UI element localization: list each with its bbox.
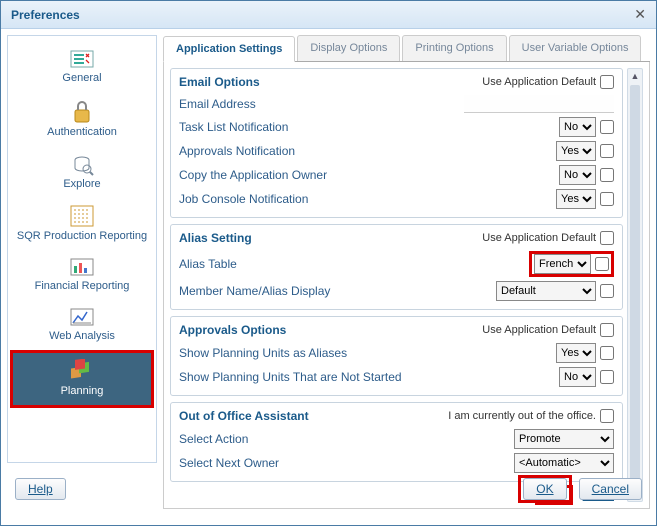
use-default-checkbox[interactable] [600,75,614,89]
sidebar-item-label: Web Analysis [49,330,115,342]
row-label: Job Console Notification [179,192,308,206]
section-email-options: Email Options Use Application Default Em… [170,68,623,218]
row-label: Copy the Application Owner [179,168,327,182]
planning-icon [67,359,97,383]
approvals-select[interactable]: Yes [556,141,596,161]
row-label: Select Action [179,432,248,446]
use-default-label: Use Application Default [482,323,614,337]
sidebar-item-financial[interactable]: Financial Reporting [10,250,154,300]
row-label: Member Name/Alias Display [179,284,330,298]
select-action-select[interactable]: Promote [514,429,614,449]
dialog-header: Preferences ✕ [1,1,656,29]
sidebar-item-label: Explore [63,178,100,190]
dialog-title: Preferences [11,8,80,22]
tab-application-settings[interactable]: Application Settings [163,36,295,62]
row-checkbox[interactable] [600,168,614,182]
row-checkbox[interactable] [600,370,614,384]
financial-icon [68,256,96,278]
sidebar-item-label: General [62,72,101,84]
row-checkbox[interactable] [600,144,614,158]
sidebar: General Authentication Explore SQR Produ… [7,35,157,463]
sidebar-item-web-analysis[interactable]: Web Analysis [10,300,154,350]
web-analysis-icon [68,306,96,328]
scroll-up-icon[interactable]: ▲ [631,71,640,81]
sidebar-item-label: Planning [61,385,104,397]
cancel-button[interactable]: Cancel [579,478,642,500]
row-checkbox[interactable] [595,257,609,271]
tab-display-options[interactable]: Display Options [297,35,400,61]
task-list-select[interactable]: No [559,117,596,137]
row-label: Approvals Notification [179,144,295,158]
row-label: Email Address [179,97,256,111]
section-title: Out of Office Assistant [179,409,309,423]
sidebar-item-sqr[interactable]: SQR Production Reporting [10,198,154,250]
settings-panel: Email Options Use Application Default Em… [170,68,623,502]
ok-button[interactable]: OK [523,478,566,500]
copy-owner-select[interactable]: No [559,165,596,185]
section-out-of-office: Out of Office Assistant I am currently o… [170,402,623,482]
job-console-select[interactable]: Yes [556,189,596,209]
row-label: Show Planning Units as Aliases [179,346,347,360]
use-default-checkbox[interactable] [600,231,614,245]
sidebar-item-label: Financial Reporting [35,280,130,292]
row-checkbox[interactable] [600,120,614,134]
use-default-checkbox[interactable] [600,323,614,337]
section-title: Email Options [179,75,260,89]
section-alias-setting: Alias Setting Use Application Default Al… [170,224,623,310]
general-icon [68,48,96,70]
vertical-scrollbar[interactable]: ▲ ▼ [627,68,643,502]
row-checkbox[interactable] [600,284,614,298]
tab-printing-options[interactable]: Printing Options [402,35,506,61]
main-panel: Application Settings Display Options Pri… [163,35,650,463]
sidebar-item-planning[interactable]: Planning [10,350,154,408]
ooo-status-label: I am currently out of the office. [448,409,614,423]
tab-bar: Application Settings Display Options Pri… [163,35,650,62]
tab-user-variable-options[interactable]: User Variable Options [509,35,642,61]
sidebar-item-label: SQR Production Reporting [17,230,147,242]
close-icon[interactable]: ✕ [634,6,646,23]
section-title: Approvals Options [179,323,286,337]
section-approvals-options: Approvals Options Use Application Defaul… [170,316,623,396]
section-title: Alias Setting [179,231,252,245]
row-label: Task List Notification [179,120,288,134]
alias-table-select[interactable]: French [534,254,591,274]
row-label: Select Next Owner [179,456,279,470]
row-checkbox[interactable] [600,192,614,206]
scroll-thumb[interactable] [630,85,640,485]
help-button[interactable]: Help [15,478,66,500]
email-address-input[interactable] [464,95,614,113]
sidebar-item-general[interactable]: General [10,42,154,92]
show-not-started-select[interactable]: No [559,367,596,387]
row-checkbox[interactable] [600,346,614,360]
ooo-checkbox[interactable] [600,409,614,423]
row-label: Alias Table [179,257,237,271]
sidebar-item-label: Authentication [47,126,117,138]
member-name-select[interactable]: Default [496,281,596,301]
use-default-label: Use Application Default [482,231,614,245]
dialog-body: General Authentication Explore SQR Produ… [1,29,656,469]
sidebar-item-explore[interactable]: Explore [10,146,154,198]
show-alias-select[interactable]: Yes [556,343,596,363]
sqr-icon [69,204,95,228]
select-next-owner-select[interactable]: <Automatic> [514,453,614,473]
explore-icon [70,152,94,176]
lock-icon [70,98,94,124]
row-label: Show Planning Units That are Not Started [179,370,402,384]
sidebar-item-authentication[interactable]: Authentication [10,92,154,146]
use-default-label: Use Application Default [482,75,614,89]
